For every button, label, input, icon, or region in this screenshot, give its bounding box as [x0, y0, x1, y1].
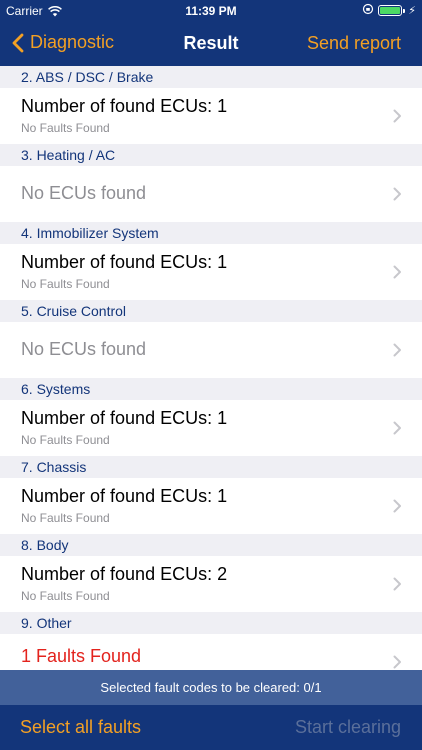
- section-header: 7. Chassis: [0, 456, 422, 478]
- selected-faults-bar: Selected fault codes to be cleared: 0/1: [0, 670, 422, 705]
- result-row-body[interactable]: Number of found ECUs: 2 No Faults Found: [0, 556, 422, 612]
- chevron-right-icon: [393, 499, 401, 513]
- select-all-faults-button[interactable]: Select all faults: [20, 717, 141, 738]
- row-title: Number of found ECUs: 1: [21, 486, 228, 506]
- row-title: Number of found ECUs: 1: [21, 96, 228, 116]
- start-clearing-button[interactable]: Start clearing: [295, 717, 401, 738]
- chevron-right-icon: [393, 655, 401, 669]
- result-row-immobilizer[interactable]: Number of found ECUs: 1 No Faults Found: [0, 244, 422, 300]
- row-title: Number of found ECUs: 2: [21, 564, 228, 584]
- row-title: 1 Faults Found: [21, 646, 142, 666]
- result-row-heating[interactable]: No ECUs found: [0, 166, 422, 222]
- chevron-right-icon: [393, 265, 401, 279]
- result-row-chassis[interactable]: Number of found ECUs: 1 No Faults Found: [0, 478, 422, 534]
- section-header: 8. Body: [0, 534, 422, 556]
- results-list: 2. ABS / DSC / Brake Number of found ECU…: [0, 66, 422, 690]
- row-title: Number of found ECUs: 1: [21, 252, 228, 272]
- bottom-toolbar: Select all faults Start clearing: [0, 705, 422, 750]
- navigation-bar: Diagnostic Result Send report: [0, 20, 422, 66]
- row-title: No ECUs found: [21, 183, 147, 203]
- result-row-systems[interactable]: Number of found ECUs: 1 No Faults Found: [0, 400, 422, 456]
- chevron-right-icon: [393, 187, 401, 201]
- section-header: 3. Heating / AC: [0, 144, 422, 166]
- battery-icon: [378, 5, 406, 16]
- selected-faults-label: Selected fault codes to be cleared: 0/1: [100, 680, 322, 695]
- row-title: Number of found ECUs: 1: [21, 408, 228, 428]
- orientation-lock-icon: [362, 3, 374, 18]
- result-row-cruise-control[interactable]: No ECUs found: [0, 322, 422, 378]
- section-header: 4. Immobilizer System: [0, 222, 422, 244]
- chevron-right-icon: [393, 109, 401, 123]
- row-subtitle: No Faults Found: [21, 121, 110, 135]
- row-subtitle: No Faults Found: [21, 511, 110, 525]
- row-subtitle: No Faults Found: [21, 433, 110, 447]
- row-subtitle: No Faults Found: [21, 589, 110, 603]
- send-report-button[interactable]: Send report: [307, 33, 401, 54]
- clock: 11:39 PM: [185, 4, 237, 18]
- row-subtitle: No Faults Found: [21, 277, 110, 291]
- battery-level: [380, 7, 401, 14]
- section-header: 6. Systems: [0, 378, 422, 400]
- result-row-abs[interactable]: Number of found ECUs: 1 No Faults Found: [0, 88, 422, 144]
- status-right: ⚡: [362, 3, 416, 18]
- charging-icon: ⚡: [408, 5, 416, 17]
- status-bar: Carrier 11:39 PM ⚡: [0, 0, 422, 20]
- section-header: 2. ABS / DSC / Brake: [0, 66, 422, 88]
- chevron-right-icon: [393, 577, 401, 591]
- chevron-right-icon: [393, 343, 401, 357]
- chevron-right-icon: [393, 421, 401, 435]
- row-title: No ECUs found: [21, 339, 147, 359]
- section-header: 5. Cruise Control: [0, 300, 422, 322]
- section-header: 9. Other: [0, 612, 422, 634]
